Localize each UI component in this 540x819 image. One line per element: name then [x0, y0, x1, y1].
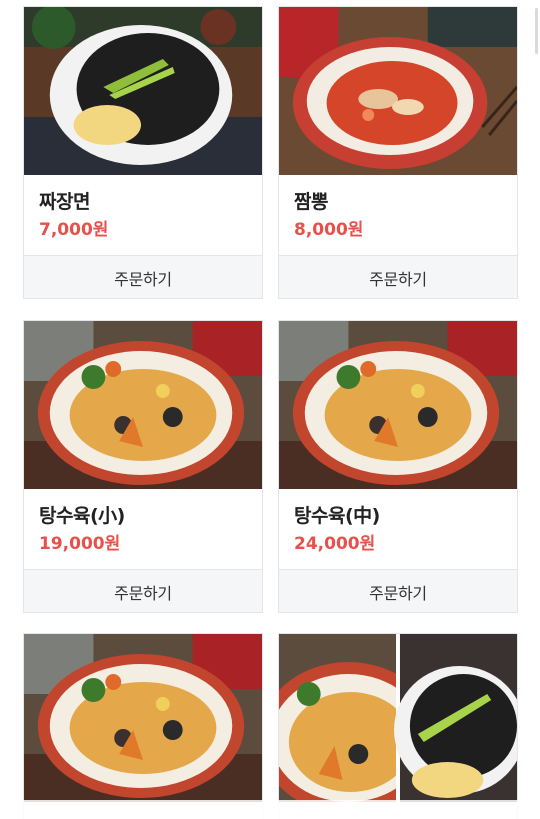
food-photo-jajangmyeon[interactable] [24, 7, 262, 175]
menu-card-tangsuyuk-medium[interactable]: 탕수육(中) 24,000원 주문하기 [278, 320, 518, 613]
menu-card-jjamppong[interactable]: 짬뽕 8,000원 주문하기 [278, 6, 518, 299]
menu-item-price: 24,000원 [294, 534, 376, 554]
menu-item-name: 탕수육(中) [294, 505, 380, 527]
menu-item-name: 짬뽕 [294, 191, 328, 213]
food-photo-tangsuyuk[interactable] [24, 321, 262, 489]
menu-card-jajangmyeon[interactable]: 짜장면 7,000원 주문하기 [23, 6, 263, 299]
bottom-fade [0, 800, 540, 819]
order-button[interactable]: 주문하기 [279, 256, 517, 298]
menu-card-tangsuyuk-small[interactable]: 탕수육(小) 19,000원 주문하기 [23, 320, 263, 613]
food-photo-tangsuyuk[interactable] [24, 634, 262, 802]
menu-card-set[interactable] [278, 633, 518, 819]
order-button[interactable]: 주문하기 [24, 256, 262, 298]
food-photo-set[interactable] [279, 634, 517, 802]
menu-item-name: 짜장면 [39, 191, 90, 213]
food-photo-tangsuyuk[interactable] [279, 321, 517, 489]
menu-item-price: 19,000원 [39, 534, 121, 554]
menu-item-price: 7,000원 [39, 220, 109, 240]
menu-item-name: 탕수육(小) [39, 505, 125, 527]
food-photo-jjamppong[interactable] [279, 7, 517, 175]
menu-card-tangsuyuk[interactable] [23, 633, 263, 819]
menu-item-price: 8,000원 [294, 220, 364, 240]
order-button[interactable]: 주문하기 [24, 570, 262, 612]
scrollbar[interactable] [535, 8, 538, 54]
order-button[interactable]: 주문하기 [279, 570, 517, 612]
